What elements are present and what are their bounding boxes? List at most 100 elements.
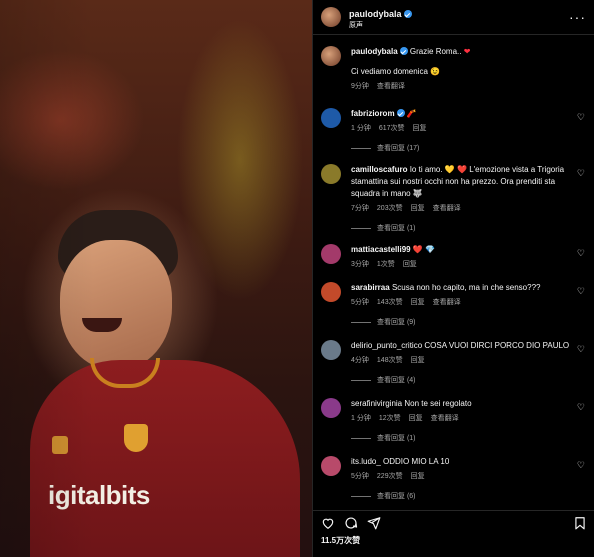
comment-likes[interactable]: 143次赞: [377, 299, 403, 306]
view-replies-button[interactable]: 查看回复 (1): [351, 223, 591, 233]
comment-likes[interactable]: 12次赞: [379, 415, 401, 422]
comment-time[interactable]: 1 分钟: [351, 415, 371, 422]
comment-item: ♡ mattiacastelli99 ❤️ 💎 3分钟 1次赞 回复: [321, 244, 591, 271]
verified-icon: [403, 10, 412, 19]
comment-text: 🧨: [406, 109, 417, 118]
reply-button[interactable]: 回复: [411, 473, 425, 480]
share-icon[interactable]: [367, 516, 381, 530]
commenter-avatar[interactable]: [321, 456, 341, 476]
comment-username[interactable]: its.ludo_: [351, 457, 381, 466]
comment-likes[interactable]: 617次赞: [379, 125, 405, 132]
author-username[interactable]: paulodybala: [349, 9, 402, 19]
replies-divider: [351, 379, 371, 381]
comment-username[interactable]: camilloscafuro: [351, 165, 407, 174]
comment-time[interactable]: 1 分钟: [351, 125, 371, 132]
post-header: paulodybala 原声 ···: [313, 0, 594, 35]
more-options-icon[interactable]: ···: [569, 9, 586, 25]
comment-time[interactable]: 3分钟: [351, 261, 369, 268]
like-heart-icon[interactable]: ♡: [577, 460, 585, 471]
author-avatar[interactable]: [321, 7, 341, 27]
like-heart-icon[interactable]: ♡: [577, 248, 585, 259]
view-replies-label: 查看回复 (1): [377, 225, 416, 232]
like-heart-icon[interactable]: ♡: [577, 112, 585, 123]
reply-button[interactable]: 回复: [403, 261, 417, 268]
caption-username[interactable]: paulodybala: [351, 47, 398, 56]
media-vignette: [0, 0, 312, 557]
comment-text: COSA VUOI DIRCI PORCO DIO PAULO: [424, 341, 570, 350]
reply-button[interactable]: 回复: [413, 125, 427, 132]
reply-button[interactable]: 回复: [411, 299, 425, 306]
comment-username[interactable]: mattiacastelli99: [351, 245, 411, 254]
view-replies-button[interactable]: 查看回复 (4): [351, 375, 591, 385]
author-info: paulodybala 原声: [349, 4, 412, 29]
like-heart-icon[interactable]: ♡: [577, 402, 585, 413]
comment-likes[interactable]: 203次赞: [377, 205, 403, 212]
view-replies-label: 查看回复 (9): [377, 319, 416, 326]
comment-item: ♡ camilloscafuro Io ti amo. 💛 ❤️ L'emozi…: [321, 164, 591, 233]
commenter-avatar[interactable]: [321, 340, 341, 360]
view-replies-button[interactable]: 查看回复 (1): [351, 433, 591, 443]
caption-avatar[interactable]: [321, 46, 341, 66]
see-translation-link[interactable]: 查看翻译: [377, 83, 405, 90]
caption-text: Grazie Roma..: [409, 47, 462, 56]
reply-button[interactable]: 回复: [411, 357, 425, 364]
like-heart-icon[interactable]: ♡: [577, 286, 585, 297]
view-replies-label: 查看回复 (4): [377, 377, 416, 384]
comment-username[interactable]: fabriziorom: [351, 109, 395, 118]
comment-item: ♡ sarabirraa Scusa non ho capito, ma in …: [321, 282, 591, 327]
view-replies-label: 查看回复 (17): [377, 145, 420, 152]
comment-time[interactable]: 5分钟: [351, 473, 369, 480]
view-replies-button[interactable]: 查看回复 (6): [351, 491, 591, 501]
comment-time[interactable]: 4分钟: [351, 357, 369, 364]
replies-divider: [351, 147, 371, 149]
audio-label[interactable]: 原声: [349, 22, 412, 30]
see-translation-link[interactable]: 查看翻译: [431, 415, 459, 422]
comment-text: Scusa non ho capito, ma in che senso???: [391, 283, 541, 292]
post-details-panel: paulodybala 原声 ··· paulodybala Grazie Ro…: [312, 0, 594, 557]
see-translation-link[interactable]: 查看翻译: [433, 205, 461, 212]
caption-line2: Ci vediamo domenica 😉: [351, 67, 441, 76]
view-replies-button[interactable]: 查看回复 (9): [351, 317, 591, 327]
view-replies-label: 查看回复 (6): [377, 493, 416, 500]
comment-time[interactable]: 5分钟: [351, 299, 369, 306]
commenter-avatar[interactable]: [321, 108, 341, 128]
like-heart-icon[interactable]: ♡: [577, 168, 585, 179]
likes-count[interactable]: 11.5万次赞: [313, 535, 594, 546]
comments-list[interactable]: paulodybala Grazie Roma.. ❤ Ci vediamo d…: [313, 36, 594, 506]
replies-divider: [351, 227, 371, 229]
commenter-avatar[interactable]: [321, 244, 341, 264]
comment-item: ♡ its.ludo_ ODDIO MIO LA 10 5分钟 229次赞 回复 查…: [321, 456, 591, 501]
heart-emoji: ❤: [463, 47, 471, 56]
commenter-avatar[interactable]: [321, 398, 341, 418]
view-replies-button[interactable]: 查看回复 (17): [351, 143, 591, 153]
comment-text: ❤️ 💎: [412, 245, 435, 254]
save-bookmark-icon[interactable]: [573, 516, 587, 530]
comment-username[interactable]: sarabirraa: [351, 283, 390, 292]
post-media-video[interactable]: igitalbits: [0, 0, 312, 557]
verified-icon: [396, 109, 405, 117]
like-heart-icon[interactable]: [321, 516, 335, 530]
see-translation-link[interactable]: 查看翻译: [433, 299, 461, 306]
view-replies-label: 查看回复 (1): [377, 435, 416, 442]
caption: paulodybala Grazie Roma.. ❤ Ci vediamo d…: [321, 46, 591, 93]
commenter-avatar[interactable]: [321, 164, 341, 184]
reply-button[interactable]: 回复: [409, 415, 423, 422]
comment-likes[interactable]: 1次赞: [377, 261, 395, 268]
like-heart-icon[interactable]: ♡: [577, 344, 585, 355]
comment-text: ODDIO MIO LA 10: [383, 457, 450, 466]
action-bar: [313, 511, 594, 535]
comment-icon[interactable]: [344, 516, 358, 530]
comment-likes[interactable]: 148次赞: [377, 357, 403, 364]
comment-item: ♡ delirio_punto_critico COSA VUOI DIRCI …: [321, 340, 591, 385]
replies-divider: [351, 321, 371, 323]
comment-item: ♡ fabriziorom 🧨 1 分钟 617次赞 回复 查看回复 (17): [321, 108, 591, 153]
comment-time[interactable]: 7分钟: [351, 205, 369, 212]
reply-button[interactable]: 回复: [411, 205, 425, 212]
comment-username[interactable]: delirio_punto_critico: [351, 341, 422, 350]
post-footer: 11.5万次赞: [313, 510, 594, 557]
comment-username[interactable]: serafinivirginia: [351, 399, 402, 408]
comment-likes[interactable]: 229次赞: [377, 473, 403, 480]
caption-time[interactable]: 9分钟: [351, 83, 369, 90]
commenter-avatar[interactable]: [321, 282, 341, 302]
replies-divider: [351, 437, 371, 439]
